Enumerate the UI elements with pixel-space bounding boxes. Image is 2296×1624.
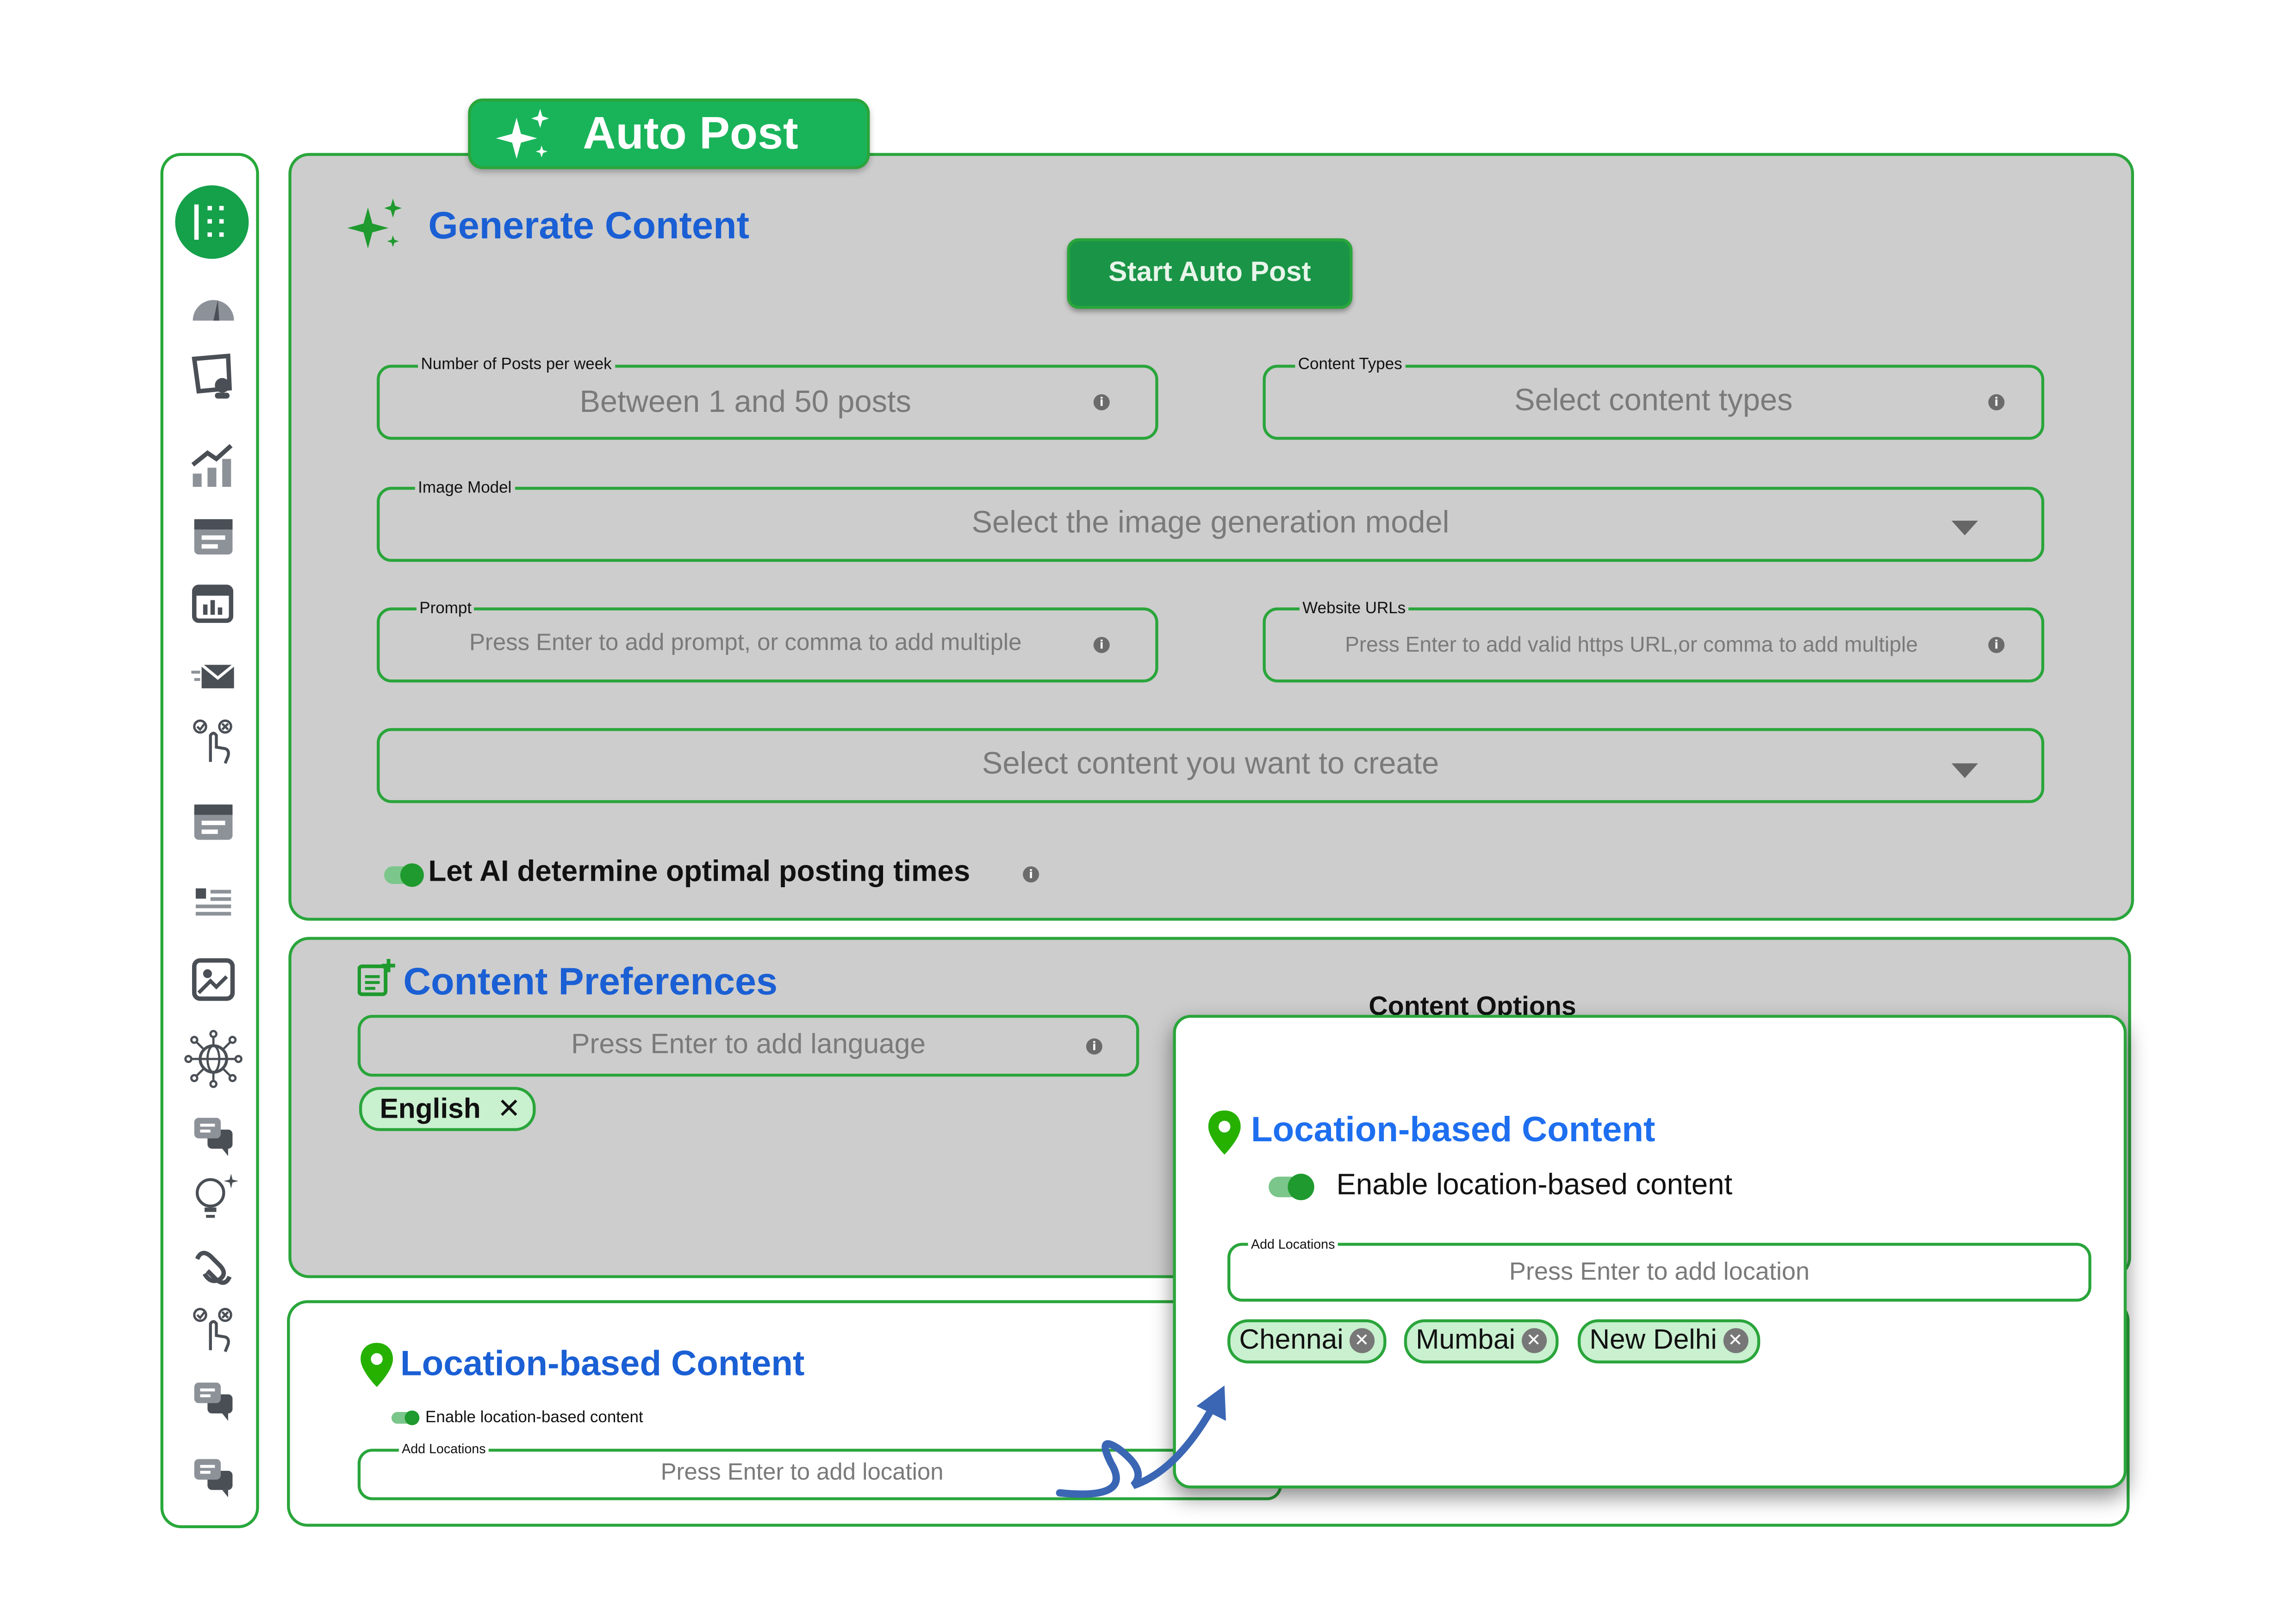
tap-select-icon[interactable] [190, 718, 237, 765]
info-icon[interactable]: i [1093, 394, 1110, 411]
posts-per-week-label: Number of Posts per week [418, 356, 615, 374]
image-model-label: Image Model [415, 479, 515, 498]
content-select-placeholder: Select content you want to create [982, 747, 1439, 781]
sidebar [160, 153, 259, 1528]
website-urls-label: Website URLs [1299, 600, 1409, 618]
image-model-placeholder: Select the image generation model [971, 506, 1450, 540]
location-toggle[interactable] [391, 1410, 420, 1425]
info-icon[interactable]: i [1988, 394, 2005, 411]
close-icon[interactable]: ✕ [1723, 1329, 1748, 1354]
close-icon[interactable]: ✕ [1521, 1329, 1546, 1354]
info-icon[interactable]: i [1023, 866, 1039, 883]
location-popup-toggle-label: Enable location-based content [1336, 1169, 1733, 1202]
location-popup-title: Location-based Content [1251, 1110, 1655, 1151]
location-pin-icon [1208, 1110, 1241, 1155]
sparkle-icon [347, 199, 406, 257]
content-types-placeholder: Select content types [1514, 384, 1793, 418]
language-chip[interactable]: English ✕ [359, 1087, 535, 1131]
chart-growth-icon[interactable] [190, 441, 237, 488]
prompt-label: Prompt [416, 600, 475, 618]
curly-arrow-icon [1056, 1385, 1226, 1498]
calendar-list-icon[interactable] [190, 797, 237, 844]
sparkle-icon [494, 106, 553, 165]
chevron-down-icon[interactable] [1951, 763, 1978, 778]
location-popup-input-placeholder: Press Enter to add location [1509, 1257, 1810, 1286]
auto-post-title[interactable]: Auto Post [583, 106, 798, 162]
location-chip[interactable]: Mumbai ✕ [1404, 1319, 1558, 1364]
location-toggle-label: Enable location-based content [425, 1409, 643, 1427]
speedometer-icon[interactable] [190, 282, 237, 330]
ai-timing-label: Let AI determine optimal posting times [428, 856, 971, 889]
stage: Auto Post Generate Content Start Auto Po… [0, 0, 2296, 1624]
close-icon[interactable]: ✕ [498, 1090, 521, 1128]
location-chip-label: New Delhi [1589, 1325, 1717, 1356]
idea-bulb-icon[interactable] [190, 1171, 239, 1218]
note-add-icon [357, 959, 396, 997]
mail-send-icon[interactable] [190, 650, 237, 697]
calendar-list-icon[interactable] [190, 512, 237, 559]
location-input-label: Add Locations [398, 1441, 489, 1456]
ai-timing-toggle[interactable] [384, 863, 424, 887]
chat-icon[interactable] [190, 1377, 237, 1424]
prompt-placeholder: Press Enter to add prompt, or comma to a… [469, 631, 1022, 656]
link-icon[interactable] [190, 1244, 237, 1292]
location-pin-icon [361, 1343, 393, 1387]
chat-icon[interactable] [190, 1453, 237, 1500]
user-board-icon[interactable] [190, 353, 237, 400]
content-preferences-title: Content Preferences [403, 959, 778, 1003]
tap-select-icon[interactable] [190, 1306, 237, 1353]
chat-icon[interactable] [190, 1112, 237, 1159]
website-urls-placeholder: Press Enter to add valid https URL,or co… [1345, 634, 1918, 658]
app-grid-icon[interactable] [175, 185, 249, 259]
language-chip-label: English [380, 1094, 481, 1126]
info-icon[interactable]: i [1093, 637, 1110, 653]
close-icon[interactable]: ✕ [1349, 1329, 1375, 1354]
network-globe-icon[interactable] [184, 1030, 243, 1088]
info-icon[interactable]: i [1086, 1038, 1102, 1055]
location-popup-input-label: Add Locations [1248, 1237, 1338, 1252]
content-types-label: Content Types [1295, 356, 1406, 374]
posts-per-week-placeholder: Between 1 and 50 posts [579, 385, 911, 419]
chevron-down-icon[interactable] [1951, 521, 1978, 535]
generate-content-title: Generate Content [428, 203, 750, 247]
image-edit-icon[interactable] [190, 956, 237, 1003]
location-chip[interactable]: New Delhi ✕ [1577, 1319, 1760, 1364]
start-auto-post-button[interactable]: Start Auto Post [1067, 238, 1353, 309]
text-list-icon[interactable] [190, 877, 237, 924]
location-chip[interactable]: Chennai ✕ [1227, 1319, 1386, 1364]
location-chip-label: Chennai [1239, 1325, 1344, 1356]
location-chip-label: Mumbai [1416, 1325, 1516, 1356]
info-icon[interactable]: i [1988, 637, 2005, 653]
calendar-chart-icon[interactable] [190, 579, 237, 627]
location-popup-toggle[interactable] [1269, 1174, 1314, 1201]
location-section-title: Location-based Content [400, 1344, 805, 1384]
language-placeholder: Press Enter to add language [571, 1029, 926, 1061]
